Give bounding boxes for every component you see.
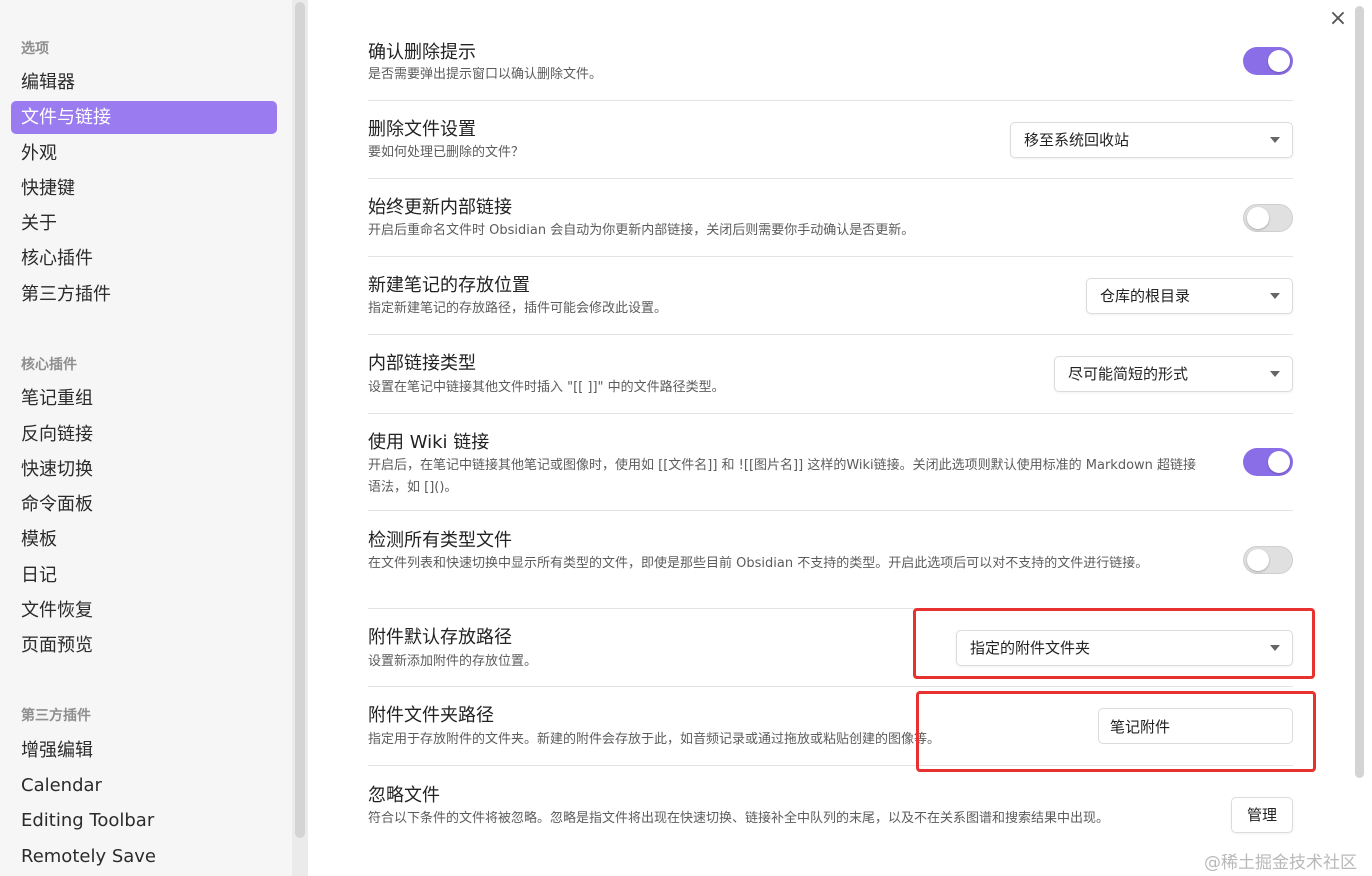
sidebar-item-editing-toolbar[interactable]: Editing Toolbar: [11, 804, 277, 837]
sidebar-section-options: 选项: [21, 41, 49, 57]
toggle-knob: [1247, 207, 1269, 229]
setting-excluded-files: 忽略文件 符合以下条件的文件将被忽略。忽略是指文件将出现在快速切换、链接补全中队…: [368, 766, 1293, 870]
chevron-down-icon: [1270, 371, 1280, 377]
toggle-knob: [1247, 549, 1269, 571]
attachment-location-select[interactable]: 指定的附件文件夹: [956, 630, 1293, 666]
watermark: @稀土掘金技术社区: [1204, 853, 1357, 873]
settings-sidebar: 选项 编辑器 文件与链接 外观 快捷键 关于 核心插件 第三方插件 核心插件 笔…: [0, 0, 292, 876]
setting-use-wiki-links: 使用 Wiki 链接 开启后，在笔记中链接其他笔记或图像时，使用如 [[文件名]…: [368, 414, 1293, 511]
setting-name: 始终更新内部链接: [368, 197, 512, 218]
select-value: 仓库的根目录: [1100, 287, 1191, 305]
sidebar-item-files-links[interactable]: 文件与链接: [11, 101, 277, 134]
setting-name: 新建笔记的存放位置: [368, 275, 530, 296]
setting-description: 开启后，在笔记中链接其他笔记或图像时，使用如 [[文件名]] 和 ![[图片名]…: [368, 458, 1197, 495]
new-note-location-select[interactable]: 仓库的根目录: [1086, 278, 1293, 314]
sidebar-item-core-plugins[interactable]: 核心插件: [11, 242, 277, 275]
chevron-down-icon: [1270, 137, 1280, 143]
sidebar-item-about[interactable]: 关于: [11, 207, 277, 240]
sidebar-item-hotkeys[interactable]: 快捷键: [11, 172, 277, 205]
update-internal-links-toggle[interactable]: [1243, 204, 1293, 232]
sidebar-item-remotely-save[interactable]: Remotely Save: [11, 840, 277, 873]
setting-name: 附件默认存放路径: [368, 627, 512, 648]
sidebar-item-command-palette[interactable]: 命令面板: [11, 488, 277, 521]
use-wiki-links-toggle[interactable]: [1243, 448, 1293, 476]
detect-all-file-types-toggle[interactable]: [1243, 546, 1293, 574]
chevron-down-icon: [1270, 293, 1280, 299]
setting-name: 检测所有类型文件: [368, 530, 512, 551]
setting-detect-all-file-types: 检测所有类型文件 在文件列表和快速切换中显示所有类型的文件，即使是那些目前 Ob…: [368, 511, 1293, 609]
setting-description: 设置新添加附件的存放位置。: [368, 654, 538, 669]
sidebar-scrollbar[interactable]: [295, 2, 305, 838]
toggle-knob: [1268, 50, 1290, 72]
toggle-knob: [1268, 451, 1290, 473]
setting-description: 在文件列表和快速切换中显示所有类型的文件，即使是那些目前 Obsidian 不支…: [368, 556, 1149, 571]
setting-description: 要如何处理已删除的文件？: [368, 145, 525, 160]
sidebar-section-community-plugins: 第三方插件: [21, 708, 91, 724]
sidebar-item-note-composer[interactable]: 笔记重组: [11, 382, 277, 415]
sidebar-item-calendar[interactable]: Calendar: [11, 769, 277, 802]
content-scrollbar[interactable]: [1355, 6, 1364, 778]
chevron-down-icon: [1270, 645, 1280, 651]
select-value: 移至系统回收站: [1024, 131, 1130, 149]
setting-name: 删除文件设置: [368, 119, 476, 140]
setting-description: 是否需要弹出提示窗口以确认删除文件。: [368, 67, 603, 82]
setting-description: 符合以下条件的文件将被忽略。忽略是指文件将出现在快速切换、链接补全中队列的末尾，…: [368, 811, 1110, 826]
setting-confirm-delete: 确认删除提示 是否需要弹出提示窗口以确认删除文件。: [368, 36, 1293, 101]
setting-description: 指定用于存放附件的文件夹。新建的附件会存放于此，如音频记录或通过拖放或粘贴创建的…: [368, 732, 941, 747]
sidebar-item-backlinks[interactable]: 反向链接: [11, 418, 277, 451]
sidebar-item-daily-notes[interactable]: 日记: [11, 559, 277, 592]
sidebar-item-community-plugins[interactable]: 第三方插件: [11, 278, 277, 311]
sidebar-section-core-plugins: 核心插件: [21, 357, 77, 373]
select-value: 指定的附件文件夹: [970, 639, 1091, 657]
select-value: 尽可能简短的形式: [1068, 365, 1189, 383]
confirm-delete-toggle[interactable]: [1243, 47, 1293, 75]
setting-description: 指定新建笔记的存放路径，插件可能会修改此设置。: [368, 301, 668, 316]
deleted-files-select[interactable]: 移至系统回收站: [1010, 122, 1293, 158]
sidebar-item-templates[interactable]: 模板: [11, 523, 277, 556]
setting-name: 忽略文件: [368, 785, 440, 806]
setting-name: 附件文件夹路径: [368, 705, 494, 726]
sidebar-item-file-recovery[interactable]: 文件恢复: [11, 594, 277, 627]
setting-name: 确认删除提示: [368, 42, 476, 63]
setting-description: 开启后重命名文件时 Obsidian 会自动为你更新内部链接，关闭后则需要你手动…: [368, 223, 915, 238]
sidebar-item-page-preview[interactable]: 页面预览: [11, 629, 277, 662]
sidebar-item-quick-switcher[interactable]: 快速切换: [11, 453, 277, 486]
manage-excluded-files-button[interactable]: 管理: [1231, 797, 1293, 833]
setting-update-internal-links: 始终更新内部链接 开启后重命名文件时 Obsidian 会自动为你更新内部链接，…: [368, 179, 1293, 257]
close-icon[interactable]: ×: [1326, 8, 1350, 32]
internal-link-type-select[interactable]: 尽可能简短的形式: [1054, 356, 1293, 392]
setting-name: 使用 Wiki 链接: [368, 432, 490, 453]
attachment-folder-input[interactable]: [1098, 708, 1293, 744]
setting-name: 内部链接类型: [368, 353, 476, 374]
sidebar-item-editor[interactable]: 编辑器: [11, 66, 277, 99]
sidebar-item-appearance[interactable]: 外观: [11, 137, 277, 170]
setting-description: 设置在笔记中链接其他文件时插入 "[[ ]]" 中的文件路径类型。: [368, 380, 725, 395]
sidebar-item-enhanced-editing[interactable]: 增强编辑: [11, 734, 277, 767]
